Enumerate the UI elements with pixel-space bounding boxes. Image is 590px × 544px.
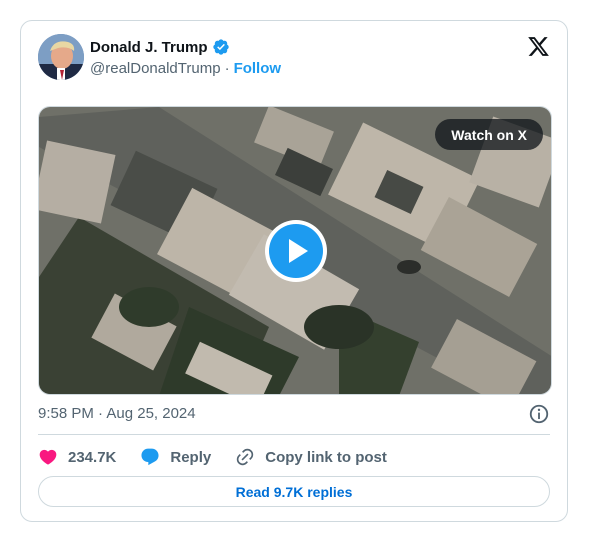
action-bar: 234.7K Reply Copy link to post [38,445,411,469]
heart-icon [39,449,57,465]
avatar[interactable] [38,34,84,80]
video-thumbnail[interactable]: Watch on X [38,106,552,395]
reply-button[interactable]: Reply [140,447,211,467]
read-replies-button[interactable]: Read 9.7K replies [38,476,550,507]
divider [38,434,550,435]
author-name-row: Donald J. Trump [90,38,230,56]
like-count: 234.7K [68,448,117,466]
play-icon[interactable] [263,218,329,284]
copy-link-label: Copy link to post [265,448,387,466]
watch-on-x-button[interactable]: Watch on X [435,119,543,150]
post-timestamp[interactable]: 9:58 PM · Aug 25, 2024 [38,405,196,422]
follow-button[interactable]: Follow [234,60,282,77]
author-handle-row: @realDonaldTrump · Follow [90,60,281,77]
x-logo-icon[interactable] [527,35,550,58]
avatar-image [38,34,84,80]
verified-badge-icon [212,38,230,56]
copy-link-button[interactable]: Copy link to post [235,447,387,467]
info-icon[interactable] [528,403,550,425]
separator-dot: · [224,60,230,77]
embedded-post-card: Donald J. Trump @realDonaldTrump · Follo… [20,20,568,522]
like-button[interactable]: 234.7K [38,447,116,467]
reply-bubble-icon [141,448,159,466]
author-handle[interactable]: @realDonaldTrump [90,60,221,77]
author-display-name[interactable]: Donald J. Trump [90,39,208,56]
link-icon [237,448,254,466]
reply-label: Reply [170,448,212,466]
